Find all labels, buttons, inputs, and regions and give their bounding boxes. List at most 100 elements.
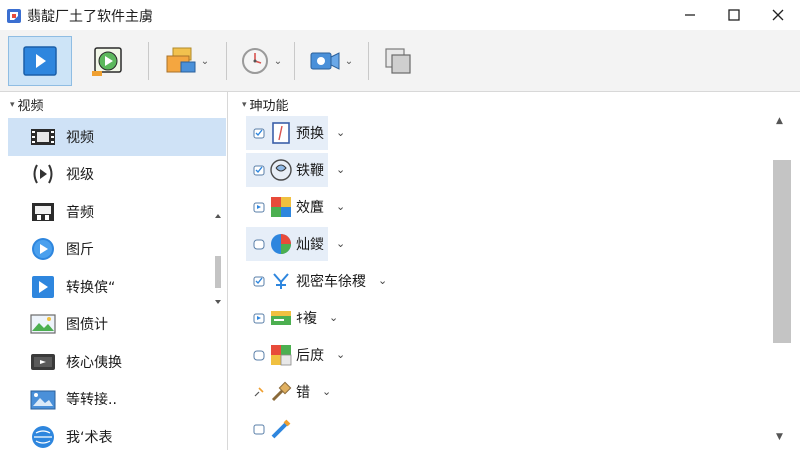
sidebar-item-image[interactable]: 图斤 — [8, 231, 226, 269]
window-title: 翡靛厂土了软件主虜 — [27, 9, 153, 25]
sidebar-item-batch-convert[interactable]: 等转接.. — [8, 381, 226, 419]
play-circle-icon — [30, 238, 56, 261]
pencil-icon — [270, 418, 292, 440]
sidebar-header-label: 视频 — [17, 99, 44, 114]
collapse-caret-icon: ▾ — [10, 99, 15, 110]
function-item[interactable]: 后庻 ⌄ — [246, 336, 766, 373]
sidebar-item-label: 核心侇换 — [66, 354, 122, 371]
function-item[interactable]: 效麆 ⌄ — [246, 188, 766, 225]
chevron-down-icon[interactable]: ⌄ — [336, 237, 345, 250]
function-item[interactable]: 预换 ⌄ — [246, 114, 766, 151]
toolbar-separator — [226, 42, 227, 80]
chevron-down-icon[interactable]: ⌄ — [336, 348, 345, 361]
play-circle-outline-icon — [30, 163, 56, 185]
function-label: ｷ複 — [296, 310, 317, 327]
chevron-down-icon[interactable]: ⌄ — [336, 163, 345, 176]
sidebar-item-label: 等转接.. — [66, 392, 117, 409]
sidebar-item-core-convert[interactable]: 核心侇换 — [8, 343, 226, 381]
film-icon — [30, 126, 56, 148]
sidebar-item-audio[interactable]: 音频 — [8, 193, 226, 231]
dropdown-arrow-icon: ⌄ — [344, 55, 354, 67]
toolbar-clock-button[interactable]: ⌄ — [234, 36, 288, 86]
checkbox-icon[interactable] — [252, 126, 266, 140]
sidebar-item-label: 视频 — [66, 129, 94, 146]
sidebar-scrollbar[interactable] — [212, 210, 224, 310]
image-icon — [30, 313, 56, 335]
toolbar-camera-button[interactable]: ⌄ — [302, 36, 360, 86]
function-label: 预换 — [296, 125, 324, 142]
clock-icon — [241, 48, 268, 74]
sidebar-item-video-level[interactable]: 视级 — [8, 156, 226, 194]
color-globe-icon — [270, 233, 292, 255]
sidebar-list: 视频 视级 音频 图斤 转换傧“ 图偾计 核心侇换 等转接.. 我‘术表 — [8, 118, 226, 450]
toolbar: ⌄ ⌄ ⌄ — [0, 30, 800, 92]
function-item[interactable]: 铁鞭 ⌄ — [246, 151, 766, 188]
video-play-icon — [92, 47, 122, 76]
function-label: 视密车徐稷 — [296, 273, 366, 290]
sidebar-item-label: 转换傧“ — [66, 279, 116, 296]
function-item[interactable]: 错 ⌄ — [246, 373, 766, 410]
image-convert-icon — [30, 388, 56, 410]
function-item[interactable]: 灿鑁 ⌄ — [246, 225, 766, 262]
checkbox-icon[interactable] — [252, 311, 266, 325]
chevron-down-icon[interactable]: ⌄ — [329, 311, 338, 324]
core-convert-icon — [30, 351, 56, 373]
maximize-icon — [728, 9, 740, 21]
toolbar-convert-button[interactable]: ⌄ — [158, 36, 216, 86]
sidebar-item-label: 音频 — [66, 204, 94, 221]
toolbar-video-play-button[interactable] — [84, 36, 134, 86]
toolbar-separator — [148, 42, 149, 80]
toolbar-play-button[interactable] — [8, 36, 72, 86]
window-stack-icon — [385, 48, 411, 74]
function-label: 效麆 — [296, 199, 324, 216]
function-item[interactable]: 视密车徐稷 ⌄ — [246, 262, 766, 299]
checkbox-icon[interactable] — [252, 348, 266, 362]
checkbox-icon[interactable] — [252, 200, 266, 214]
dropdown-arrow-icon: ⌄ — [200, 55, 210, 67]
function-header-label: 功能 — [262, 99, 289, 114]
chevron-down-icon[interactable]: ⌄ — [322, 385, 331, 398]
toolbar-separator — [368, 42, 369, 80]
audio-film-icon — [30, 201, 56, 223]
globe-icon — [30, 425, 56, 448]
sidebar-item-image-stat[interactable]: 图偾计 — [8, 306, 226, 344]
folder-convert-icon — [166, 47, 196, 73]
scroll-down-icon[interactable]: ▼ — [776, 432, 783, 442]
sidebar: ▾ 视频 视频 视级 音频 图斤 转换傧“ 图偾计 核心侇换 等转接.. 我‘术… — [0, 92, 228, 450]
chevron-down-icon[interactable]: ⌄ — [336, 126, 345, 139]
checkbox-icon[interactable] — [252, 274, 266, 288]
sidebar-item-video[interactable]: 视频 — [8, 118, 226, 156]
collapse-caret-icon: ▾ — [242, 99, 247, 110]
function-item[interactable]: ｷ複 ⌄ — [246, 299, 766, 336]
toolbar-window-button[interactable] — [376, 36, 420, 86]
function-item[interactable] — [246, 410, 766, 447]
minimize-button[interactable] — [668, 0, 712, 30]
caption-icon — [270, 307, 292, 329]
close-button[interactable] — [756, 0, 800, 30]
checkbox-icon[interactable] — [252, 163, 266, 177]
function-header[interactable]: ▾ 珅 功能 — [242, 95, 289, 114]
checkbox-icon[interactable] — [252, 237, 266, 251]
scroll-up-icon[interactable]: ▲ — [776, 116, 783, 126]
function-label: 错 — [296, 384, 310, 401]
function-panel: ▾ 珅 功能 预换 ⌄ 铁鞭 ⌄ 效麆 ⌄ 灿鑁 ⌄ 视密车徐稷 ⌄ ｷ複 ⌄ … — [232, 92, 800, 450]
sidebar-item-tech-table[interactable]: 我‘术表 — [8, 418, 226, 450]
chevron-down-icon[interactable]: ⌄ — [336, 200, 345, 213]
checkbox-icon[interactable] — [252, 422, 266, 436]
function-list: 预换 ⌄ 铁鞭 ⌄ 效麆 ⌄ 灿鑁 ⌄ 视密车徐稷 ⌄ ｷ複 ⌄ 后庻 ⌄ 错 … — [246, 114, 766, 447]
play-icon — [23, 46, 57, 76]
scrollbar-thumb[interactable] — [773, 160, 791, 343]
maximize-button[interactable] — [712, 0, 756, 30]
text-effect-icon — [270, 270, 292, 292]
function-label: 灿鑁 — [296, 236, 324, 253]
chevron-down-icon[interactable]: ⌄ — [378, 274, 387, 287]
sidebar-item-convert[interactable]: 转换傧“ — [8, 268, 226, 306]
app-logo-icon — [7, 9, 21, 23]
arrow-icon[interactable] — [252, 385, 266, 399]
sidebar-item-label: 我‘术表 — [66, 429, 113, 446]
title-bar: 翡靛厂土了软件主虜 — [0, 0, 800, 30]
sidebar-item-label: 视级 — [66, 167, 94, 184]
camera-icon — [310, 52, 340, 70]
frame-icon — [270, 121, 292, 144]
sidebar-header[interactable]: ▾ 视频 — [10, 95, 44, 114]
